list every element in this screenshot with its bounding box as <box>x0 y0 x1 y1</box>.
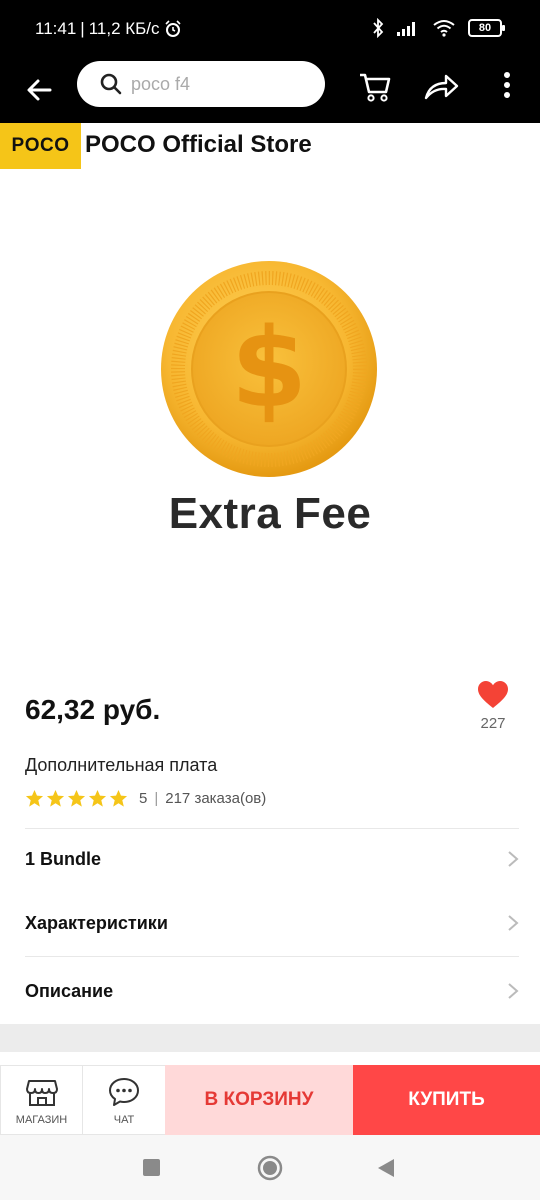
option-row-specs[interactable]: Характеристики <box>25 891 519 955</box>
option-label: Характеристики <box>25 912 168 933</box>
option-label: 1 Bundle <box>25 848 102 869</box>
star-icon <box>88 789 107 807</box>
share-icon[interactable] <box>422 68 460 104</box>
wifi-icon <box>433 20 455 37</box>
store-button-label: МАГАЗИН <box>15 1113 68 1126</box>
coin-symbol: $ <box>231 304 308 432</box>
store-logo[interactable]: POCO <box>0 123 81 169</box>
recent-apps-icon[interactable] <box>143 1159 160 1176</box>
cart-icon[interactable] <box>356 66 394 104</box>
store-icon <box>25 1079 58 1106</box>
star-icon <box>25 789 44 807</box>
status-time: 11:41 <box>35 19 77 38</box>
dollar-coin-icon: $ <box>161 261 377 477</box>
chat-icon <box>109 1077 139 1106</box>
alarm-icon <box>164 20 181 37</box>
option-row-bundle[interactable]: 1 Bundle <box>25 827 519 891</box>
rating-stars <box>25 789 128 808</box>
battery-level: 80 <box>478 22 492 34</box>
back-triangle-icon[interactable] <box>377 1158 395 1178</box>
status-left: 11:41 | 11,2 КБ/с <box>35 19 182 39</box>
search-input[interactable] <box>131 73 301 95</box>
add-to-cart-button[interactable]: В КОРЗИНУ <box>165 1065 353 1135</box>
chat-button-label: ЧАТ <box>113 1113 135 1126</box>
top-nav <box>0 60 540 123</box>
section-separator <box>0 1024 540 1052</box>
heart-icon <box>478 681 508 708</box>
status-right: 80 <box>372 18 505 38</box>
search-box[interactable] <box>77 61 325 107</box>
star-icon <box>67 789 86 807</box>
wishlist-button[interactable]: 227 <box>470 680 516 732</box>
star-icon <box>46 789 65 807</box>
home-icon[interactable] <box>257 1155 283 1181</box>
rating-separator: | <box>154 790 159 807</box>
rating-row[interactable]: 5 | 217 заказа(ов) <box>25 789 266 808</box>
star-icon <box>109 789 128 807</box>
status-separator: | <box>80 19 85 38</box>
action-bar: МАГАЗИН ЧАТ В КОРЗИНУ КУПИТЬ <box>0 1065 540 1135</box>
store-button[interactable]: МАГАЗИН <box>0 1065 83 1135</box>
signal-icon <box>397 22 415 36</box>
status-bar: 11:41 | 11,2 КБ/с 80 <box>0 0 540 60</box>
back-arrow-icon[interactable] <box>22 72 58 108</box>
divider <box>25 956 519 957</box>
product-price: 62,32 руб. <box>25 694 161 725</box>
product-title: Дополнительная плата <box>25 755 218 775</box>
chevron-right-icon <box>508 983 519 999</box>
option-label: Описание <box>25 980 114 1001</box>
chat-button[interactable]: ЧАТ <box>83 1065 165 1135</box>
orders-count: 217 заказа(ов) <box>165 790 267 807</box>
chevron-right-icon <box>508 851 519 867</box>
search-icon <box>100 73 122 95</box>
status-network-speed: 11,2 КБ/с <box>88 19 160 38</box>
bluetooth-icon <box>373 18 384 38</box>
chevron-right-icon <box>508 915 519 931</box>
battery-icon: 80 <box>468 19 505 37</box>
image-caption: Extra Fee <box>168 489 372 538</box>
wishlist-count: 227 <box>480 715 506 732</box>
system-nav-bar <box>0 1135 540 1200</box>
rating-value: 5 <box>139 790 148 807</box>
more-vertical-icon[interactable] <box>496 68 518 104</box>
option-row-description[interactable]: Описание <box>25 959 519 1023</box>
store-header[interactable]: POCO POCO Official Store <box>0 123 540 169</box>
buy-now-button[interactable]: КУПИТЬ <box>353 1065 540 1135</box>
product-image[interactable]: $ Extra Fee <box>0 169 540 669</box>
store-name[interactable]: POCO Official Store <box>85 131 312 159</box>
